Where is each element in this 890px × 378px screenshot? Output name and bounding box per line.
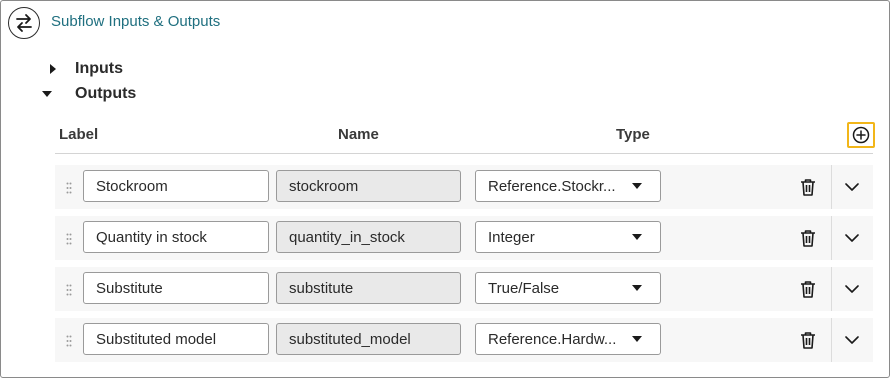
name-field[interactable] <box>276 272 461 304</box>
dropdown-arrow-icon <box>632 285 642 291</box>
trash-icon[interactable] <box>800 229 816 247</box>
name-input[interactable] <box>289 177 448 195</box>
label-input[interactable] <box>96 279 256 297</box>
add-output-button[interactable] <box>847 122 875 148</box>
panel-title: Subflow Inputs & Outputs <box>51 13 221 30</box>
name-field[interactable] <box>276 323 461 355</box>
output-row: Integer <box>55 216 873 260</box>
name-field[interactable] <box>276 170 461 202</box>
chevron-down-icon[interactable] <box>843 179 861 195</box>
name-input[interactable] <box>289 330 448 348</box>
output-row: True/False <box>55 267 873 311</box>
label-field[interactable] <box>83 272 269 304</box>
plus-circle-icon <box>852 126 870 144</box>
caret-down-icon[interactable] <box>40 87 54 101</box>
drag-handle-icon[interactable] <box>66 283 72 296</box>
subflow-io-panel: Subflow Inputs & Outputs Inputs Outputs … <box>0 0 890 378</box>
trash-icon[interactable] <box>800 331 816 349</box>
swap-arrows-icon <box>8 7 40 39</box>
name-field[interactable] <box>276 221 461 253</box>
type-value: Reference.Stockr... <box>488 177 616 195</box>
drag-handle-icon[interactable] <box>66 181 72 194</box>
chevron-down-icon[interactable] <box>843 230 861 246</box>
type-dropdown[interactable]: Reference.Stockr... <box>475 170 661 202</box>
type-value: True/False <box>488 279 560 297</box>
column-header-label: Label <box>59 126 99 143</box>
name-input[interactable] <box>289 279 448 297</box>
column-header-type: Type <box>616 126 650 143</box>
label-input[interactable] <box>96 177 256 195</box>
dropdown-arrow-icon <box>632 234 642 240</box>
dropdown-arrow-icon <box>632 336 642 342</box>
dropdown-arrow-icon <box>632 183 642 189</box>
inputs-section-toggle[interactable]: Inputs <box>46 59 123 79</box>
type-dropdown[interactable]: Integer <box>475 221 661 253</box>
label-input[interactable] <box>96 228 256 246</box>
type-dropdown[interactable]: True/False <box>475 272 661 304</box>
outputs-section-label[interactable]: Outputs <box>75 85 136 103</box>
chevron-down-icon[interactable] <box>843 281 861 297</box>
caret-right-icon[interactable] <box>46 62 60 76</box>
trash-icon[interactable] <box>800 178 816 196</box>
row-separator <box>831 165 832 209</box>
label-field[interactable] <box>83 170 269 202</box>
type-dropdown[interactable]: Reference.Hardw... <box>475 323 661 355</box>
row-separator <box>831 216 832 260</box>
trash-icon[interactable] <box>800 280 816 298</box>
drag-handle-icon[interactable] <box>66 334 72 347</box>
drag-handle-icon[interactable] <box>66 232 72 245</box>
name-input[interactable] <box>289 228 448 246</box>
output-row: Reference.Hardw... <box>55 318 873 362</box>
type-value: Integer <box>488 228 535 246</box>
row-separator <box>831 267 832 311</box>
column-header-name: Name <box>338 126 379 143</box>
label-field[interactable] <box>83 323 269 355</box>
row-separator <box>831 318 832 362</box>
output-row: Reference.Stockr... <box>55 165 873 209</box>
outputs-section-toggle[interactable]: Outputs <box>40 84 136 104</box>
type-value: Reference.Hardw... <box>488 330 617 348</box>
chevron-down-icon[interactable] <box>843 332 861 348</box>
label-input[interactable] <box>96 330 256 348</box>
header-divider <box>55 153 873 154</box>
inputs-section-label[interactable]: Inputs <box>75 60 123 78</box>
label-field[interactable] <box>83 221 269 253</box>
